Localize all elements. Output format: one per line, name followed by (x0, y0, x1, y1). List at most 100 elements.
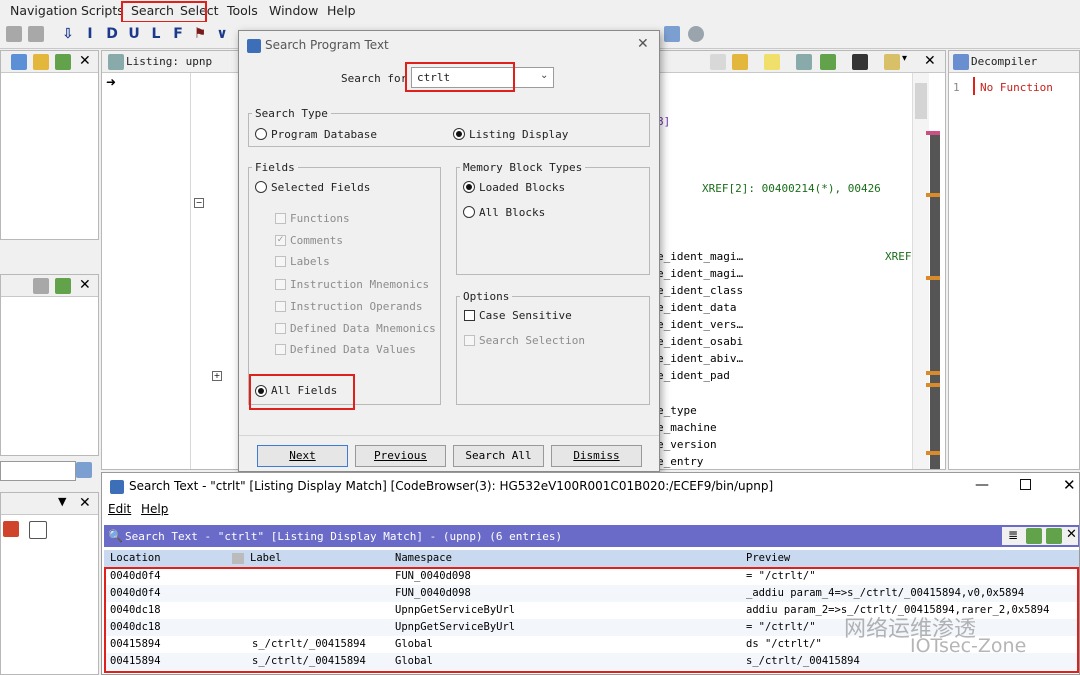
decompiler-header: Decompiler (949, 51, 1079, 73)
select-cursor-icon[interactable] (764, 54, 780, 70)
down-arrow-icon[interactable]: ⇩ (60, 26, 76, 42)
program-database-radio[interactable] (255, 128, 267, 140)
field-edit-icon[interactable] (884, 54, 900, 70)
selected-fields-radio[interactable] (255, 181, 267, 193)
close-icon[interactable]: ✕ (637, 36, 649, 52)
open-folder-icon[interactable] (33, 54, 49, 70)
expand-toggle-icon[interactable]: + (212, 371, 222, 381)
labels-checkbox[interactable] (275, 256, 286, 267)
maximize-icon[interactable] (1020, 479, 1031, 490)
listing-display-radio[interactable] (453, 128, 465, 140)
cut-icon[interactable] (3, 521, 19, 537)
symbol-icon[interactable] (33, 278, 49, 294)
case-sensitive-checkbox[interactable] (464, 310, 475, 321)
close-icon[interactable]: ✕ (1063, 476, 1076, 494)
listing-line: e_ident_magi… (657, 250, 744, 263)
toolbar-f-button[interactable]: F (170, 26, 186, 42)
search-selection-label: Search Selection (479, 334, 585, 347)
new-folder-icon[interactable] (11, 54, 27, 70)
close-icon[interactable]: ✕ (79, 495, 91, 511)
column-namespace[interactable]: Namespace (395, 550, 452, 567)
filter-icon[interactable]: ⚑ (192, 26, 208, 42)
menu-select[interactable]: Select (180, 3, 219, 18)
listing-line: e_ident_vers… (657, 318, 744, 331)
back-icon[interactable] (6, 26, 22, 42)
button-divider (239, 435, 659, 436)
instruction-operands-label: Instruction Operands (290, 300, 423, 313)
diff-icon[interactable] (820, 54, 836, 70)
functions-checkbox[interactable] (275, 213, 286, 224)
list-icon[interactable]: ≣ (1008, 528, 1018, 542)
cell-preview: s_/ctrlt/_00415894 (746, 655, 860, 667)
watermark-line2: IOTsec-Zone (910, 635, 1027, 657)
copy-icon[interactable] (710, 54, 726, 70)
filter-input[interactable] (0, 461, 76, 481)
redo-icon[interactable] (664, 26, 680, 42)
chevron-down-icon[interactable]: ▾ (902, 53, 907, 64)
cell-location: 00415894 (110, 638, 161, 650)
snapshot-icon[interactable] (852, 54, 868, 70)
filter-options-icon[interactable] (76, 462, 92, 478)
menu-navigation[interactable]: Navigation (10, 3, 77, 18)
close-icon[interactable]: ✕ (79, 53, 91, 69)
toolbar-d-button[interactable]: D (104, 26, 120, 42)
column-preview[interactable]: Preview (746, 550, 790, 567)
sort-icon[interactable] (232, 553, 244, 564)
help-icon[interactable] (688, 26, 704, 42)
toolbar-u-button[interactable]: U (126, 26, 142, 42)
snapshot-icon[interactable] (55, 278, 71, 294)
snapshot-icon[interactable] (1026, 528, 1042, 544)
v-icon[interactable]: ∨ (214, 26, 230, 42)
snapshot-icon[interactable] (55, 54, 71, 70)
search-selection-checkbox[interactable] (464, 335, 475, 346)
previous-button[interactable]: Previous (355, 445, 446, 467)
labels-label: Labels (290, 255, 330, 268)
close-icon[interactable]: ✕ (924, 53, 936, 69)
scrollbar-thumb[interactable] (915, 83, 927, 119)
menu-window[interactable]: Window (269, 3, 318, 18)
listing-line: e_version (657, 438, 717, 451)
toolbar-l-button[interactable]: L (148, 26, 164, 42)
all-fields-radio[interactable] (255, 385, 267, 397)
close-icon[interactable]: ✕ (1066, 527, 1077, 542)
collapse-icon[interactable] (29, 521, 47, 539)
table-row[interactable]: 0040d0f4 FUN_0040d098 = "/ctrlt/" (104, 568, 1079, 585)
menu-help[interactable]: Help (327, 3, 356, 18)
collapse-toggle-icon[interactable]: − (194, 198, 204, 208)
help-menu[interactable]: Help (141, 502, 168, 516)
chevron-down-icon[interactable]: ⌄ (540, 70, 548, 81)
chevron-down-icon[interactable]: ▼ (58, 495, 66, 508)
layout-icon[interactable] (796, 54, 812, 70)
loaded-blocks-radio[interactable] (463, 181, 475, 193)
forward-icon[interactable] (28, 26, 44, 42)
menu-search[interactable]: Search (131, 3, 174, 18)
menu-tools[interactable]: Tools (227, 3, 258, 18)
search-combobox[interactable]: ctrlt ⌄ (411, 67, 554, 88)
minimize-icon[interactable]: — (975, 477, 989, 493)
marker (926, 276, 940, 280)
all-blocks-radio[interactable] (463, 206, 475, 218)
close-icon[interactable]: ✕ (79, 277, 91, 293)
results-toolbar: ≣ ✕ (1002, 527, 1078, 545)
edit-menu[interactable]: Edit (108, 502, 131, 516)
column-location[interactable]: Location (110, 550, 161, 567)
instruction-operands-checkbox[interactable] (275, 301, 286, 312)
export-icon[interactable] (1046, 528, 1062, 544)
table-row[interactable]: 0040d0f4 FUN_0040d098 _addiu param_4=>s_… (104, 585, 1079, 602)
column-label[interactable]: Label (250, 550, 282, 567)
defined-data-mnemonics-checkbox[interactable] (275, 323, 286, 334)
paste-icon[interactable] (732, 54, 748, 70)
search-all-button[interactable]: Search All (453, 445, 544, 467)
marker (926, 131, 940, 135)
instruction-mnemonics-checkbox[interactable] (275, 279, 286, 290)
toolbar-i-button[interactable]: I (82, 26, 98, 42)
comments-checkbox[interactable]: ✓ (275, 235, 286, 246)
cell-preview: _addiu param_4=>s_/ctrlt/_00415894,v0,0x… (746, 587, 1025, 599)
menu-scripts[interactable]: Scripts (81, 3, 124, 18)
next-button[interactable]: Next (257, 445, 348, 467)
defined-data-values-checkbox[interactable] (275, 344, 286, 355)
search-input[interactable]: ctrlt (417, 71, 450, 84)
dismiss-button[interactable]: Dismiss (551, 445, 642, 467)
marker (926, 371, 940, 375)
cell-preview: ds "/ctrlt/" (746, 638, 822, 650)
